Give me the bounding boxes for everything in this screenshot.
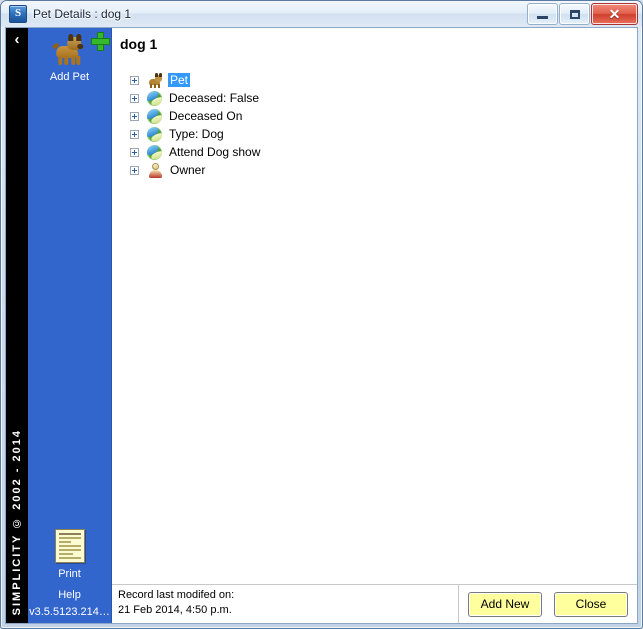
tree-node[interactable]: Deceased On	[130, 107, 637, 125]
window-controls: ✕	[527, 3, 638, 25]
tree-node-label: Pet	[168, 73, 191, 87]
collapse-strip[interactable]: ‹ SIMPLICITY © 2002 - 2014	[6, 28, 28, 623]
plus-icon	[91, 32, 110, 51]
tree-node[interactable]: Attend Dog show	[130, 143, 637, 161]
expand-plus-icon[interactable]	[130, 111, 139, 121]
person-icon	[147, 162, 163, 178]
attribute-icon	[147, 144, 162, 160]
expand-plus-icon[interactable]	[130, 129, 139, 139]
copyright-text: SIMPLICITY © 2002 - 2014	[11, 428, 23, 615]
maximize-button[interactable]	[559, 3, 590, 25]
add-new-button[interactable]: Add New	[468, 591, 542, 617]
tree-node[interactable]: Pet	[130, 71, 637, 89]
chevron-left-icon[interactable]: ‹	[6, 30, 28, 50]
dog-icon	[147, 72, 163, 88]
minimize-icon	[537, 15, 548, 19]
print-label: Print	[58, 568, 81, 580]
tree-node-label: Type: Dog	[169, 127, 224, 141]
record-info: Record last modifed on: 21 Feb 2014, 4:5…	[112, 585, 459, 623]
close-button-footer[interactable]: Close	[554, 591, 628, 617]
expand-plus-icon[interactable]	[130, 75, 139, 85]
version-label: v3.5.5123.214…	[29, 606, 110, 618]
tree-node-label: Owner	[170, 163, 206, 177]
main-panel: dog 1 Pet Deceased: False Deceased On Type:…	[112, 28, 637, 623]
sidebar: Add Pet Print Help v3.5.5123.214…	[28, 28, 112, 623]
maximize-icon	[569, 9, 580, 19]
attribute-icon	[147, 90, 162, 106]
expand-plus-icon[interactable]	[130, 93, 139, 103]
tree-node-label: Deceased On	[169, 109, 243, 123]
expand-plus-icon[interactable]	[130, 147, 139, 157]
add-pet-icon-wrap	[28, 30, 111, 70]
footer-actions: Add New Close	[459, 585, 637, 623]
dog-icon	[50, 32, 84, 66]
page-title: dog 1	[120, 36, 158, 52]
pet-details-window: S Pet Details : dog 1 ✕ ‹ SIMPLICITY © 2…	[0, 0, 643, 629]
record-modified-caption: Record last modifed on:	[118, 589, 235, 601]
tree-node[interactable]: Type: Dog	[130, 125, 637, 143]
attribute-icon	[147, 108, 162, 124]
tree-node-label: Deceased: False	[169, 91, 260, 105]
print-button[interactable]: Print	[28, 527, 111, 581]
minimize-button[interactable]	[527, 3, 558, 25]
report-icon	[54, 529, 85, 563]
window-title: Pet Details : dog 1	[33, 7, 132, 21]
close-icon: ✕	[608, 6, 621, 22]
title-bar[interactable]: S Pet Details : dog 1 ✕	[1, 1, 642, 27]
pet-tree[interactable]: Pet Deceased: False Deceased On Type: Dog At…	[130, 71, 637, 584]
close-button[interactable]: ✕	[591, 3, 638, 25]
client-area: ‹ SIMPLICITY © 2002 - 2014 Add Pet Print…	[5, 27, 638, 624]
footer-bar: Record last modifed on: 21 Feb 2014, 4:5…	[112, 584, 637, 623]
tree-node[interactable]: Deceased: False	[130, 89, 637, 107]
add-pet-label: Add Pet	[49, 71, 90, 83]
help-link[interactable]: Help	[28, 589, 111, 601]
add-pet-button[interactable]: Add Pet	[28, 30, 111, 84]
simplicity-app-icon: S	[9, 5, 27, 23]
record-modified-value: 21 Feb 2014, 4:50 p.m.	[118, 604, 232, 616]
print-icon-wrap	[28, 527, 111, 567]
copyright-strip: SIMPLICITY © 2002 - 2014	[6, 429, 28, 615]
tree-node-label: Attend Dog show	[169, 145, 261, 159]
tree-node[interactable]: Owner	[130, 161, 637, 179]
expand-plus-icon[interactable]	[130, 165, 139, 175]
attribute-icon	[147, 126, 162, 142]
